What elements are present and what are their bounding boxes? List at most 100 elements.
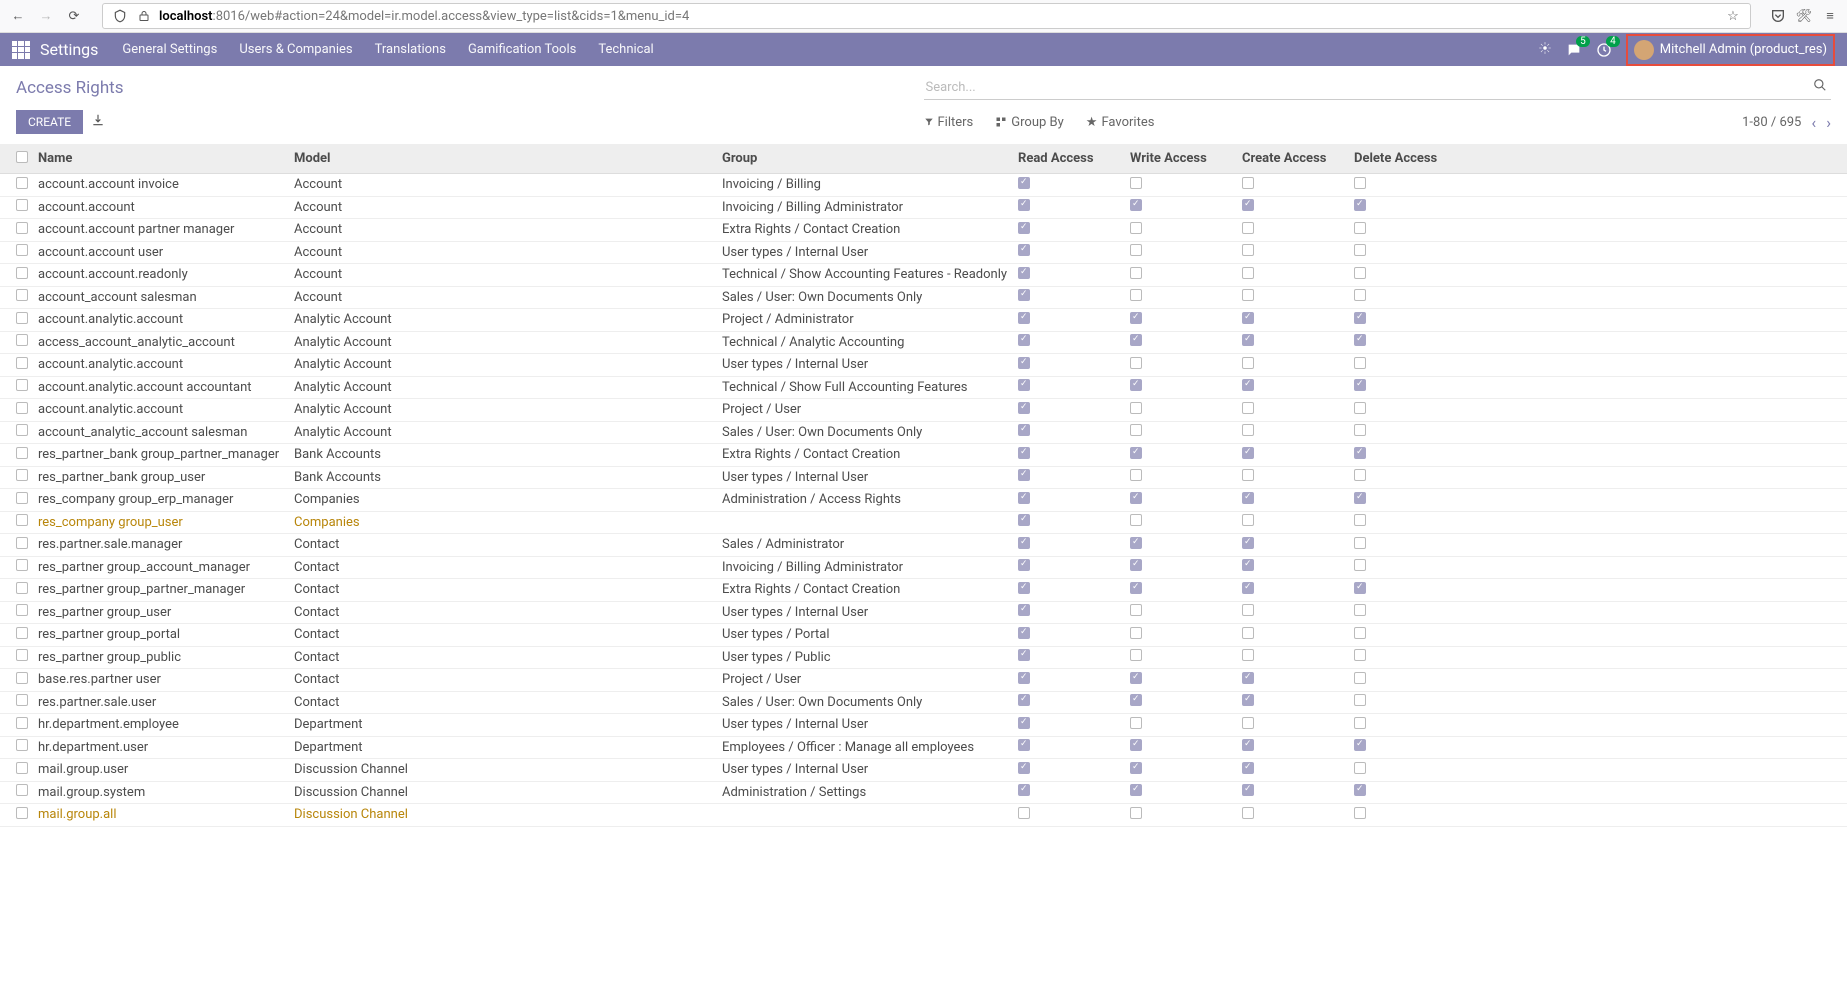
row-checkbox[interactable] [16, 289, 28, 301]
read-checkbox[interactable] [1018, 402, 1030, 414]
delete-checkbox[interactable] [1354, 649, 1366, 661]
delete-checkbox[interactable] [1354, 784, 1366, 796]
write-checkbox[interactable] [1130, 379, 1142, 391]
write-checkbox[interactable] [1130, 402, 1142, 414]
read-checkbox[interactable] [1018, 222, 1030, 234]
row-checkbox[interactable] [16, 537, 28, 549]
read-checkbox[interactable] [1018, 447, 1030, 459]
create-checkbox[interactable] [1242, 627, 1254, 639]
menu-users-companies[interactable]: Users & Companies [239, 42, 352, 57]
table-row[interactable]: base.res.partner userContactProject / Us… [0, 669, 1847, 692]
create-checkbox[interactable] [1242, 469, 1254, 481]
delete-checkbox[interactable] [1354, 717, 1366, 729]
create-checkbox[interactable] [1242, 694, 1254, 706]
create-checkbox[interactable] [1242, 312, 1254, 324]
select-all-checkbox[interactable] [16, 151, 28, 163]
create-checkbox[interactable] [1242, 672, 1254, 684]
create-checkbox[interactable] [1242, 402, 1254, 414]
table-row[interactable]: account.analytic.accountAnalytic Account… [0, 309, 1847, 332]
table-row[interactable]: hr.department.userDepartmentEmployees / … [0, 737, 1847, 760]
write-checkbox[interactable] [1130, 199, 1142, 211]
delete-checkbox[interactable] [1354, 177, 1366, 189]
create-checkbox[interactable] [1242, 649, 1254, 661]
table-row[interactable]: account.analytic.account accountantAnaly… [0, 377, 1847, 400]
row-checkbox[interactable] [16, 334, 28, 346]
table-row[interactable]: res_company group_userCompanies [0, 512, 1847, 535]
table-row[interactable]: account.account userAccountUser types / … [0, 242, 1847, 265]
create-checkbox[interactable] [1242, 199, 1254, 211]
delete-checkbox[interactable] [1354, 627, 1366, 639]
table-row[interactable]: account_account salesmanAccountSales / U… [0, 287, 1847, 310]
table-row[interactable]: res_partner group_portalContactUser type… [0, 624, 1847, 647]
reload-button[interactable]: ⟳ [64, 6, 84, 26]
write-checkbox[interactable] [1130, 267, 1142, 279]
col-delete[interactable]: Delete Access [1354, 151, 1474, 166]
read-checkbox[interactable] [1018, 739, 1030, 751]
table-row[interactable]: res_partner_bank group_partner_managerBa… [0, 444, 1847, 467]
read-checkbox[interactable] [1018, 582, 1030, 594]
table-row[interactable]: account_analytic_account salesmanAnalyti… [0, 422, 1847, 445]
delete-checkbox[interactable] [1354, 559, 1366, 571]
create-checkbox[interactable] [1242, 334, 1254, 346]
messages-button[interactable]: 5 [1566, 42, 1582, 58]
table-row[interactable]: res_partner group_partner_managerContact… [0, 579, 1847, 602]
create-checkbox[interactable] [1242, 784, 1254, 796]
write-checkbox[interactable] [1130, 717, 1142, 729]
pager-value[interactable]: 1-80 / 695 [1742, 115, 1801, 130]
delete-checkbox[interactable] [1354, 604, 1366, 616]
read-checkbox[interactable] [1018, 627, 1030, 639]
table-row[interactable]: res.partner.sale.managerContactSales / A… [0, 534, 1847, 557]
read-checkbox[interactable] [1018, 514, 1030, 526]
import-button[interactable] [91, 113, 105, 131]
delete-checkbox[interactable] [1354, 289, 1366, 301]
table-row[interactable]: res_partner group_userContactUser types … [0, 602, 1847, 625]
write-checkbox[interactable] [1130, 604, 1142, 616]
read-checkbox[interactable] [1018, 244, 1030, 256]
row-checkbox[interactable] [16, 807, 28, 819]
pocket-icon[interactable] [1769, 7, 1787, 25]
pager-prev[interactable]: ‹ [1811, 113, 1816, 132]
row-checkbox[interactable] [16, 244, 28, 256]
write-checkbox[interactable] [1130, 222, 1142, 234]
create-checkbox[interactable] [1242, 717, 1254, 729]
menu-technical[interactable]: Technical [598, 42, 653, 57]
read-checkbox[interactable] [1018, 604, 1030, 616]
row-checkbox[interactable] [16, 424, 28, 436]
delete-checkbox[interactable] [1354, 739, 1366, 751]
row-checkbox[interactable] [16, 199, 28, 211]
table-row[interactable]: mail.group.systemDiscussion ChannelAdmin… [0, 782, 1847, 805]
row-checkbox[interactable] [16, 604, 28, 616]
create-checkbox[interactable] [1242, 289, 1254, 301]
table-row[interactable]: access_account_analytic_accountAnalytic … [0, 332, 1847, 355]
create-checkbox[interactable] [1242, 537, 1254, 549]
row-checkbox[interactable] [16, 402, 28, 414]
table-row[interactable]: account.account.readonlyAccountTechnical… [0, 264, 1847, 287]
delete-checkbox[interactable] [1354, 402, 1366, 414]
table-row[interactable]: account.analytic.accountAnalytic Account… [0, 354, 1847, 377]
delete-checkbox[interactable] [1354, 199, 1366, 211]
read-checkbox[interactable] [1018, 469, 1030, 481]
write-checkbox[interactable] [1130, 447, 1142, 459]
create-checkbox[interactable] [1242, 447, 1254, 459]
read-checkbox[interactable] [1018, 807, 1030, 819]
star-icon[interactable]: ☆ [1724, 7, 1742, 25]
activities-button[interactable]: 4 [1596, 42, 1612, 58]
delete-checkbox[interactable] [1354, 582, 1366, 594]
write-checkbox[interactable] [1130, 694, 1142, 706]
write-checkbox[interactable] [1130, 649, 1142, 661]
row-checkbox[interactable] [16, 222, 28, 234]
create-checkbox[interactable] [1242, 244, 1254, 256]
delete-checkbox[interactable] [1354, 672, 1366, 684]
url-bar[interactable]: localhost:8016/web#action=24&model=ir.mo… [102, 3, 1751, 29]
create-checkbox[interactable] [1242, 604, 1254, 616]
write-checkbox[interactable] [1130, 627, 1142, 639]
write-checkbox[interactable] [1130, 537, 1142, 549]
create-checkbox[interactable] [1242, 559, 1254, 571]
table-row[interactable]: res_partner group_publicContactUser type… [0, 647, 1847, 670]
create-checkbox[interactable] [1242, 514, 1254, 526]
table-row[interactable]: res_partner_bank group_userBank Accounts… [0, 467, 1847, 490]
row-checkbox[interactable] [16, 357, 28, 369]
read-checkbox[interactable] [1018, 312, 1030, 324]
write-checkbox[interactable] [1130, 672, 1142, 684]
row-checkbox[interactable] [16, 672, 28, 684]
